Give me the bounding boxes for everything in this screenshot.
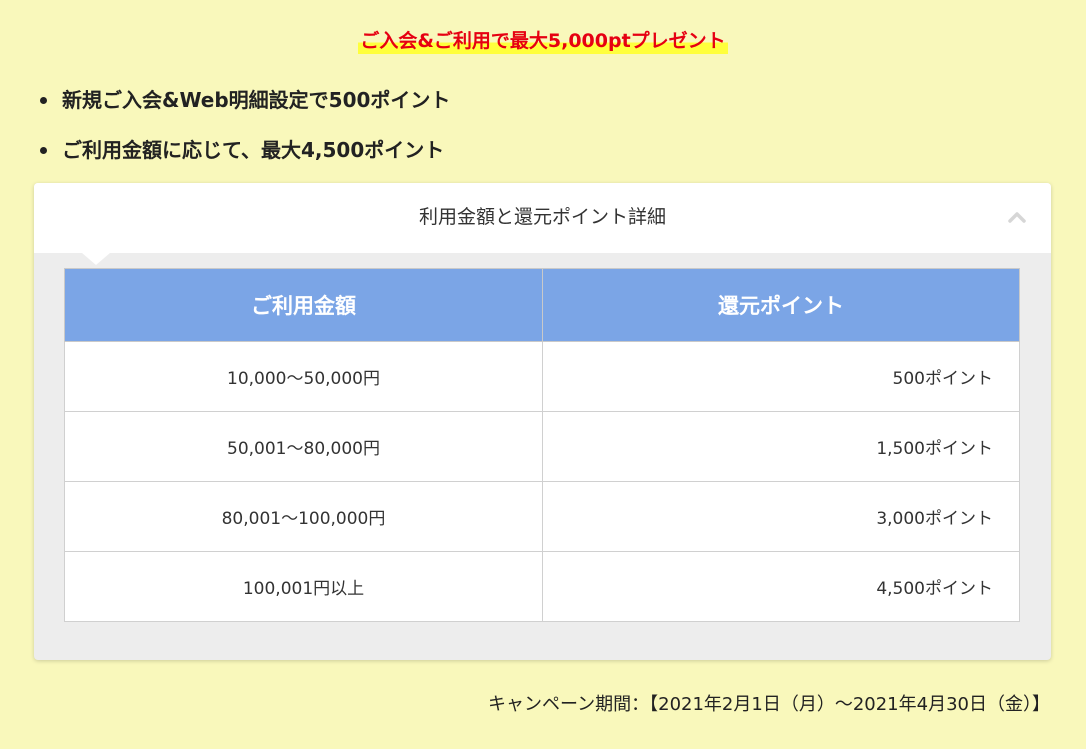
column-header-points: 還元ポイント [542, 268, 1020, 342]
campaign-period: キャンペーン期間：【2021年2月1日（月）～2021年4月30日（金）】 [488, 694, 1050, 715]
amount-cell: 80,001～100,000円 [64, 481, 543, 552]
amount-cell: 50,001～80,000円 [64, 411, 543, 482]
points-cell: 500ポイント [542, 341, 1020, 412]
points-cell: 3,000ポイント [542, 481, 1020, 552]
bullet-icon [40, 147, 47, 154]
points-cell: 1,500ポイント [542, 411, 1020, 482]
points-detail-accordion: 利用金額と還元ポイント詳細 ご利用金額 還元ポイント 10,000～50,000… [34, 183, 1051, 660]
accordion-toggle[interactable]: 利用金額と還元ポイント詳細 [34, 183, 1051, 265]
chevron-up-icon[interactable] [1007, 207, 1027, 227]
benefit-text: ご利用金額に応じて、最大4,500ポイント [62, 138, 445, 162]
table-row: 50,001～80,000円 1,500ポイント [64, 411, 1020, 482]
points-cell: 4,500ポイント [542, 551, 1020, 622]
amount-cell: 100,001円以上 [64, 551, 543, 622]
column-header-amount: ご利用金額 [64, 268, 543, 342]
campaign-headline: ご入会&ご利用で最大5,000ptプレゼント [358, 28, 728, 54]
benefit-text: 新規ご入会&Web明細設定で500ポイント [62, 88, 451, 112]
table-row: 100,001円以上 4,500ポイント [64, 551, 1020, 622]
table-header-row: ご利用金額 還元ポイント [64, 268, 1020, 342]
headline-container: ご入会&ご利用で最大5,000ptプレゼント [0, 28, 1086, 54]
amount-cell: 10,000～50,000円 [64, 341, 543, 412]
bullet-icon [40, 97, 47, 104]
accordion-title: 利用金額と還元ポイント詳細 [418, 206, 666, 228]
pointer-caret [82, 253, 110, 265]
table-row: 10,000～50,000円 500ポイント [64, 341, 1020, 412]
benefit-item: ご利用金額に応じて、最大4,500ポイント [40, 134, 450, 166]
benefit-item: 新規ご入会&Web明細設定で500ポイント [40, 84, 450, 116]
benefit-list: 新規ご入会&Web明細設定で500ポイント ご利用金額に応じて、最大4,500ポ… [40, 84, 450, 184]
points-table: ご利用金額 還元ポイント 10,000～50,000円 500ポイント 50,0… [64, 268, 1020, 622]
table-row: 80,001～100,000円 3,000ポイント [64, 481, 1020, 552]
page: ご入会&ご利用で最大5,000ptプレゼント 新規ご入会&Web明細設定で500… [0, 0, 1086, 749]
